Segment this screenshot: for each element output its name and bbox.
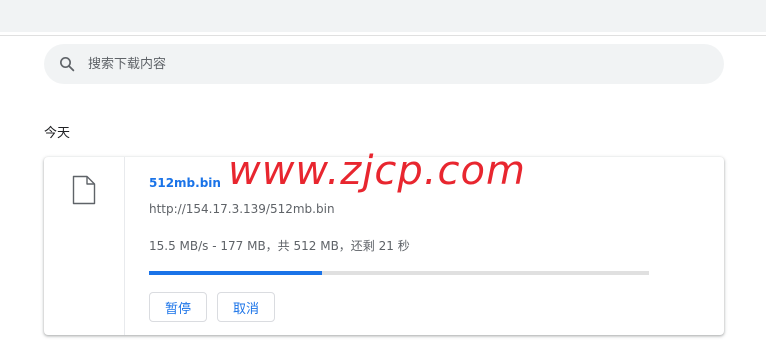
toolbar-divider	[0, 35, 766, 36]
search-input[interactable]	[88, 44, 688, 84]
file-icon-column	[44, 157, 125, 335]
file-url-link[interactable]: http://154.17.3.139/512mb.bin	[149, 202, 335, 216]
search-icon[interactable]	[58, 55, 76, 73]
download-progress-bar	[149, 271, 649, 275]
search-bar[interactable]	[44, 44, 724, 84]
download-status-text: 15.5 MB/s - 177 MB，共 512 MB，还剩 21 秒	[149, 239, 410, 253]
file-icon	[72, 175, 96, 205]
download-progress-fill	[149, 271, 322, 275]
file-name-link[interactable]: 512mb.bin	[149, 176, 221, 190]
download-item-card: 512mb.bin http://154.17.3.139/512mb.bin …	[44, 157, 724, 335]
top-toolbar	[0, 0, 766, 32]
pause-button[interactable]: 暂停	[149, 292, 207, 322]
cancel-button[interactable]: 取消	[217, 292, 275, 322]
date-section-title: 今天	[44, 126, 71, 141]
